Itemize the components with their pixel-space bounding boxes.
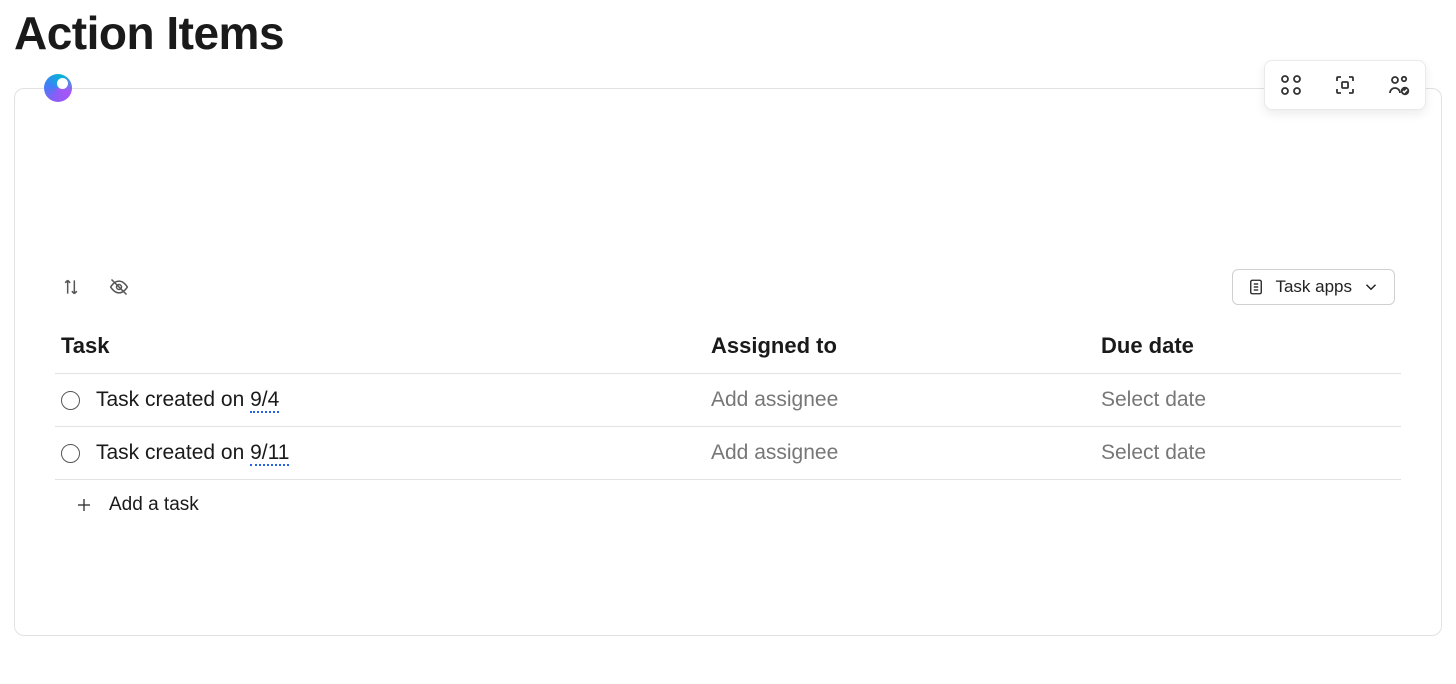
apps-grid-icon[interactable] bbox=[1279, 73, 1303, 97]
hide-visibility-icon[interactable] bbox=[109, 277, 129, 297]
card-content: Task apps Task Assigned to Due date bbox=[15, 89, 1441, 530]
due-date-placeholder[interactable]: Select date bbox=[1101, 441, 1395, 465]
sort-icon[interactable] bbox=[61, 277, 81, 297]
task-cell: Task created on 9/11 bbox=[61, 441, 711, 465]
add-task-button[interactable]: Add a task bbox=[55, 480, 1401, 530]
task-apps-label: Task apps bbox=[1275, 277, 1352, 297]
add-task-label: Add a task bbox=[109, 494, 199, 516]
task-list-icon bbox=[1247, 278, 1265, 296]
left-controls bbox=[61, 277, 129, 297]
task-complete-radio[interactable] bbox=[61, 391, 80, 410]
table-row[interactable]: Task created on 9/4 Add assignee Select … bbox=[55, 374, 1401, 427]
task-name-prefix: Task created on bbox=[96, 388, 250, 411]
task-cell: Task created on 9/4 bbox=[61, 388, 711, 412]
task-apps-button[interactable]: Task apps bbox=[1232, 269, 1395, 305]
controls-row: Task apps bbox=[55, 269, 1401, 305]
task-name-date: 9/4 bbox=[250, 388, 279, 413]
task-name[interactable]: Task created on 9/11 bbox=[96, 441, 289, 465]
task-complete-radio[interactable] bbox=[61, 444, 80, 463]
selection-frame-icon[interactable] bbox=[1333, 73, 1357, 97]
table-header: Task Assigned to Due date bbox=[55, 333, 1401, 374]
task-name-prefix: Task created on bbox=[96, 441, 250, 464]
people-check-icon[interactable] bbox=[1387, 73, 1411, 97]
table-row[interactable]: Task created on 9/11 Add assignee Select… bbox=[55, 427, 1401, 480]
due-date-placeholder[interactable]: Select date bbox=[1101, 388, 1395, 412]
column-header-task[interactable]: Task bbox=[61, 333, 711, 359]
card-wrapper: Task apps Task Assigned to Due date bbox=[14, 88, 1442, 636]
plus-icon bbox=[75, 496, 93, 514]
column-header-assigned[interactable]: Assigned to bbox=[711, 333, 1101, 359]
chevron-down-icon bbox=[1362, 278, 1380, 296]
task-card: Task apps Task Assigned to Due date bbox=[14, 88, 1442, 636]
column-header-due[interactable]: Due date bbox=[1101, 333, 1395, 359]
assignee-placeholder[interactable]: Add assignee bbox=[711, 441, 1101, 465]
loop-logo-icon bbox=[44, 74, 72, 102]
task-name-date: 9/11 bbox=[250, 441, 289, 466]
floating-toolbar bbox=[1264, 60, 1426, 110]
assignee-placeholder[interactable]: Add assignee bbox=[711, 388, 1101, 412]
task-table: Task Assigned to Due date Task created o… bbox=[55, 333, 1401, 530]
page-title: Action Items bbox=[14, 6, 1456, 60]
task-name[interactable]: Task created on 9/4 bbox=[96, 388, 279, 412]
